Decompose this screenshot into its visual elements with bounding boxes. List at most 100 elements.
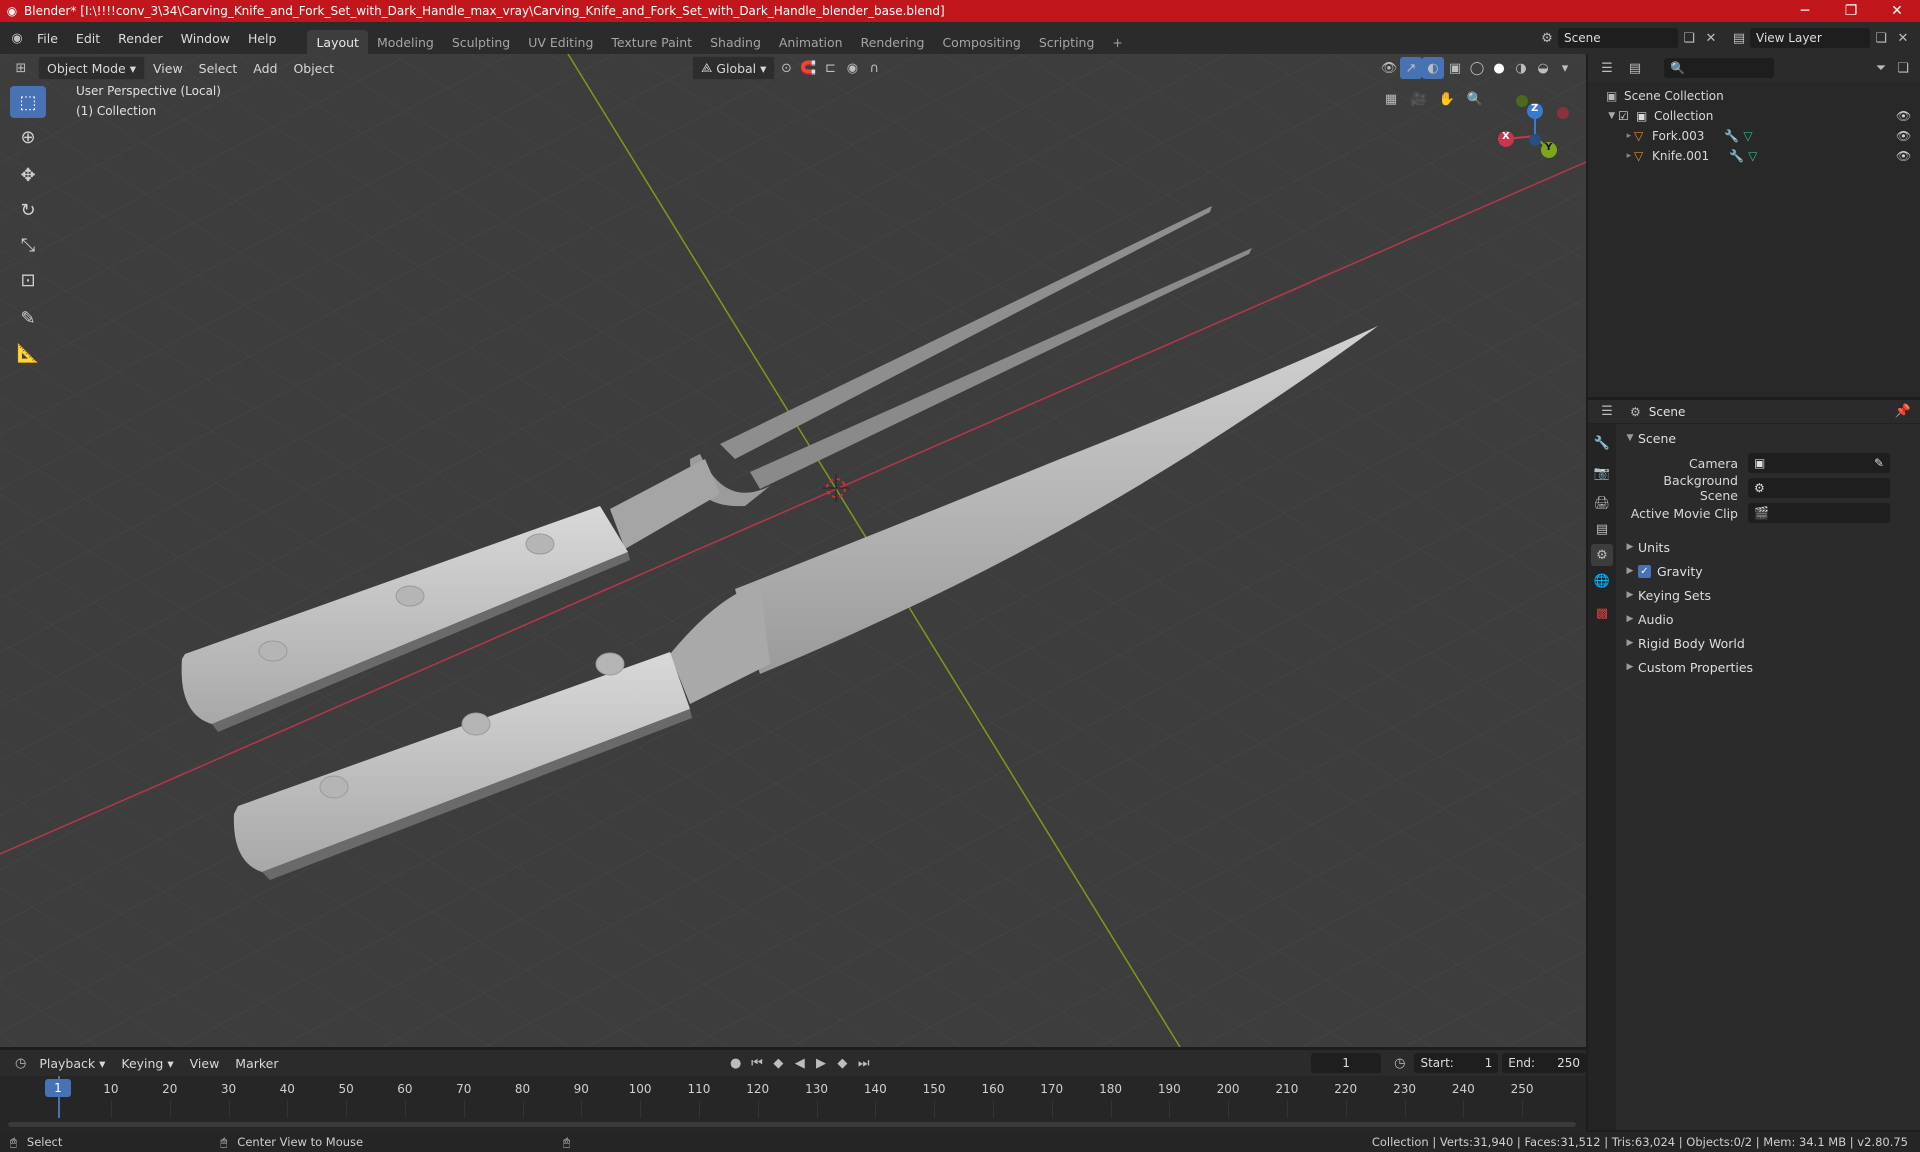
- keying-sets-panel-header[interactable]: ▶ Keying Sets: [1622, 583, 1912, 607]
- blender-menu-icon[interactable]: ◉: [6, 27, 28, 49]
- collection-visibility-eye-icon[interactable]: 👁: [1896, 109, 1920, 123]
- proportional-edit-icon[interactable]: ◉: [841, 57, 863, 79]
- transform-orientation-selector[interactable]: ⟁ Global ▾: [692, 56, 776, 80]
- record-button-icon[interactable]: ●: [725, 1052, 746, 1074]
- pan-hand-icon[interactable]: ✋: [1436, 88, 1458, 110]
- timeline-editor-type-icon[interactable]: ◷: [10, 1052, 31, 1074]
- xray-icon[interactable]: ▣: [1444, 57, 1466, 79]
- snap-icon[interactable]: 🧲: [797, 57, 819, 79]
- outliner-scene-collection[interactable]: ▣ Scene Collection: [1588, 86, 1920, 106]
- eyedropper-icon[interactable]: ✎: [1874, 456, 1884, 470]
- fork-visibility-eye-icon[interactable]: 👁: [1896, 129, 1920, 143]
- scene-panel-header[interactable]: ▼ Scene: [1622, 426, 1912, 450]
- outliner-search-input[interactable]: 🔍: [1664, 58, 1774, 78]
- prev-keyframe-icon[interactable]: ◆: [768, 1052, 789, 1074]
- outliner-object-knife[interactable]: ▸ ▽ Knife.001 🔧 ▽ 👁: [1588, 146, 1920, 166]
- start-frame-field[interactable]: Start: 1: [1414, 1053, 1499, 1073]
- tab-scripting[interactable]: Scripting: [1030, 30, 1104, 54]
- viewport-menu-object[interactable]: Object: [285, 56, 342, 80]
- camera-field[interactable]: ▣ ✎: [1748, 453, 1890, 473]
- view-layer-selector[interactable]: View Layer: [1750, 28, 1870, 48]
- timeline-menu-view[interactable]: View: [182, 1051, 228, 1075]
- viewport-menu-select[interactable]: Select: [191, 56, 246, 80]
- knife-visibility-eye-icon[interactable]: 👁: [1896, 149, 1920, 163]
- scale-tool-icon[interactable]: ⤡: [10, 229, 46, 261]
- minimize-button[interactable]: ─: [1782, 3, 1828, 19]
- jump-start-icon[interactable]: ⏮: [746, 1052, 767, 1074]
- view-layer-browse-icon[interactable]: ▤: [1728, 27, 1750, 49]
- menu-file[interactable]: File: [28, 22, 67, 54]
- material-shading-icon[interactable]: ◑: [1510, 57, 1532, 79]
- cursor-tool-icon[interactable]: ⊕: [10, 121, 46, 153]
- active-movie-clip-field[interactable]: 🎬: [1748, 503, 1890, 523]
- overlay-toggle-icon[interactable]: ◐: [1422, 57, 1444, 79]
- tab-shading[interactable]: Shading: [701, 30, 770, 54]
- properties-editor-type-icon[interactable]: ☰: [1596, 401, 1618, 423]
- background-scene-field[interactable]: ⚙: [1748, 478, 1890, 498]
- menu-render[interactable]: Render: [109, 22, 172, 54]
- wireframe-shading-icon[interactable]: ◯: [1466, 57, 1488, 79]
- current-frame-field[interactable]: 1: [1310, 1053, 1382, 1073]
- preview-range-icon[interactable]: ◷: [1389, 1052, 1410, 1074]
- scene-browse-icon[interactable]: ⚙: [1536, 27, 1558, 49]
- zoom-icon[interactable]: 🔍: [1464, 88, 1486, 110]
- units-panel-header[interactable]: ▶ Units: [1622, 535, 1912, 559]
- add-workspace-button[interactable]: +: [1103, 30, 1131, 54]
- render-tab-icon[interactable]: 📷: [1591, 462, 1613, 484]
- move-tool-icon[interactable]: ✥: [10, 159, 46, 191]
- next-keyframe-icon[interactable]: ◆: [832, 1052, 853, 1074]
- outliner-collection[interactable]: ▼ ☑ ▣ Collection 👁: [1588, 106, 1920, 126]
- tab-rendering[interactable]: Rendering: [852, 30, 934, 54]
- timeline-scrollbar[interactable]: [8, 1122, 1576, 1127]
- pin-icon[interactable]: 📌: [1892, 401, 1914, 423]
- view-layer-tab-icon[interactable]: ▤: [1591, 518, 1613, 540]
- visibility-icon[interactable]: 👁: [1378, 57, 1400, 79]
- expand-collection-icon[interactable]: ▼: [1588, 111, 1618, 121]
- tab-animation[interactable]: Animation: [770, 30, 852, 54]
- scene-tab-icon[interactable]: ⚙: [1591, 544, 1613, 566]
- delete-view-layer-icon[interactable]: ✕: [1892, 27, 1914, 49]
- timeline-menu-keying[interactable]: Keying ▾: [113, 1051, 181, 1075]
- collection-checkbox-icon[interactable]: ☑: [1618, 109, 1636, 123]
- solid-shading-icon[interactable]: ●: [1488, 57, 1510, 79]
- audio-panel-header[interactable]: ▶ Audio: [1622, 607, 1912, 631]
- menu-help[interactable]: Help: [239, 22, 286, 54]
- viewport-menu-add[interactable]: Add: [245, 56, 285, 80]
- mode-selector[interactable]: Object Mode ▾: [38, 56, 145, 80]
- rendered-shading-icon[interactable]: ◒: [1532, 57, 1554, 79]
- menu-window[interactable]: Window: [172, 22, 239, 54]
- new-collection-icon[interactable]: ❏: [1892, 57, 1914, 79]
- display-mode-icon[interactable]: ▤: [1624, 57, 1646, 79]
- 3d-viewport[interactable]: X Y Z User Perspective (Local) (1) Colle…: [0, 54, 1586, 1047]
- filter-icon[interactable]: ⏷: [1870, 57, 1892, 79]
- gravity-panel-header[interactable]: ▶ ✓ Gravity: [1622, 559, 1912, 583]
- tab-modeling[interactable]: Modeling: [368, 30, 443, 54]
- transform-tool-icon[interactable]: ⊡: [10, 264, 46, 296]
- menu-edit[interactable]: Edit: [67, 22, 109, 54]
- new-view-layer-icon[interactable]: ❏: [1870, 27, 1892, 49]
- editor-type-icon[interactable]: ⊞: [10, 57, 32, 79]
- outliner-object-fork[interactable]: ▸ ▽ Fork.003 🔧 ▽ 👁: [1588, 126, 1920, 146]
- world-tab-icon[interactable]: 🌐: [1591, 570, 1613, 592]
- play-reverse-icon[interactable]: ◀: [789, 1052, 810, 1074]
- timeline-menu-marker[interactable]: Marker: [227, 1051, 286, 1075]
- tab-compositing[interactable]: Compositing: [933, 30, 1029, 54]
- output-tab-icon[interactable]: 🖨: [1591, 492, 1613, 514]
- new-scene-icon[interactable]: ❏: [1678, 27, 1700, 49]
- scene-selector[interactable]: Scene: [1558, 28, 1678, 48]
- viewport-menu-view[interactable]: View: [145, 56, 191, 80]
- playhead-frame-indicator[interactable]: 1: [45, 1079, 71, 1097]
- measure-tool-icon[interactable]: 📐: [10, 337, 46, 369]
- play-icon[interactable]: ▶: [810, 1052, 831, 1074]
- tab-texture-paint[interactable]: Texture Paint: [602, 30, 701, 54]
- expand-fork-icon[interactable]: ▸: [1588, 131, 1634, 141]
- tab-layout[interactable]: Layout: [307, 30, 368, 54]
- texture-tab-icon[interactable]: ▩: [1591, 602, 1613, 624]
- tab-sculpting[interactable]: Sculpting: [443, 30, 519, 54]
- close-button[interactable]: ✕: [1874, 3, 1920, 19]
- snap-target-icon[interactable]: ⊏: [819, 57, 841, 79]
- gravity-checkbox[interactable]: ✓: [1638, 564, 1651, 578]
- rotate-tool-icon[interactable]: ↻: [10, 194, 46, 226]
- outliner-editor-type-icon[interactable]: ☰: [1596, 57, 1618, 79]
- falloff-icon[interactable]: ∩: [863, 57, 885, 79]
